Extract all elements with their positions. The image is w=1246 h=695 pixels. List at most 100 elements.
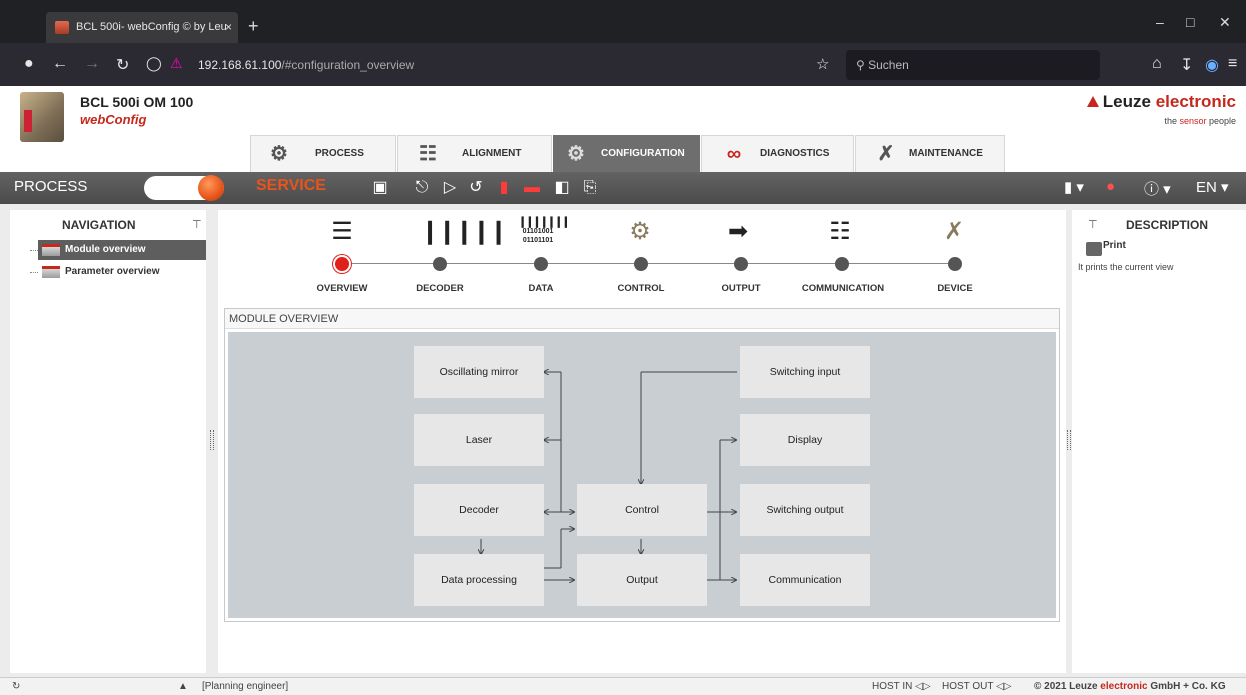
block-communication[interactable]: Communication: [740, 554, 870, 606]
print-link[interactable]: Print: [1103, 240, 1126, 251]
back-icon[interactable]: ←: [52, 55, 68, 73]
menu-icon[interactable]: ≡: [1228, 55, 1237, 73]
url-path: /#configuration_overview: [281, 58, 415, 72]
step-dot-device[interactable]: [948, 257, 962, 271]
maximize-icon[interactable]: □: [1186, 14, 1194, 30]
refresh-icon[interactable]: ↻: [12, 681, 20, 692]
minimize-icon[interactable]: –: [1156, 14, 1164, 30]
nav-item-module-overview[interactable]: Module overview: [38, 240, 206, 260]
extension-icon[interactable]: ●: [24, 55, 34, 73]
monitor-icon[interactable]: ▣: [370, 178, 390, 198]
search-input[interactable]: ⚲ Suchen: [846, 50, 1100, 80]
step-dot-decoder[interactable]: [433, 257, 447, 271]
config-icon: ⚙: [567, 143, 585, 165]
insecure-lock-icon[interactable]: ⚠: [170, 55, 183, 72]
tab-diagnostics[interactable]: ∞ DIAGNOSTICS: [701, 135, 854, 172]
step-dot-communication[interactable]: [835, 257, 849, 271]
step-label-device[interactable]: DEVICE: [895, 283, 1015, 294]
network-icon[interactable]: ☷: [820, 218, 860, 246]
description-panel: ⊤ DESCRIPTION Print It prints the curren…: [1072, 210, 1246, 673]
control-icon[interactable]: ⚙: [620, 218, 660, 246]
barcode-icon[interactable]: ❙❙❙❙❙: [420, 218, 509, 246]
list-icon[interactable]: ☰: [322, 218, 362, 246]
process-mode-label: PROCESS: [14, 178, 88, 195]
device-status-icon[interactable]: ▮ ▾: [1064, 178, 1084, 196]
language-select[interactable]: EN ▾: [1196, 178, 1229, 196]
data-icon[interactable]: ❙❙❙❙❙❙❙ 01101001 01101101: [518, 217, 571, 246]
trigger-icon[interactable]: ▷: [440, 178, 460, 198]
block-oscillating-mirror[interactable]: Oscillating mirror: [414, 346, 544, 398]
module-icon: [42, 244, 60, 256]
right-splitter[interactable]: [1067, 430, 1071, 450]
browser-tab[interactable]: BCL 500i- webConfig © by Leu ×: [46, 12, 238, 43]
navigation-title: NAVIGATION: [62, 218, 136, 232]
app-header: BCL 500i OM 100 webConfig Leuze electron…: [0, 86, 1246, 172]
browser-tabbar: BCL 500i- webConfig © by Leu × + – □ ✕: [0, 0, 1246, 43]
tab-diagnostics-label: DIAGNOSTICS: [760, 148, 830, 159]
account-icon[interactable]: ◉: [1205, 55, 1219, 75]
address-bar[interactable]: 192.168.61.100/#configuration_overview: [198, 58, 414, 72]
toggle-knob[interactable]: [198, 175, 224, 201]
block-switching-output[interactable]: Switching output: [740, 484, 870, 536]
output-icon[interactable]: ➡: [718, 218, 758, 246]
host-in-label: HOST IN: [872, 681, 913, 692]
navigation-panel: NAVIGATION ⊤ Module overview Parameter o…: [10, 210, 206, 673]
copyright-pre: © 2021 Leuze: [1034, 681, 1101, 692]
pin-icon[interactable]: ⊤: [192, 218, 202, 231]
scanner-icon[interactable]: ⎋: [412, 178, 432, 198]
module-diagram: Oscillating mirror Laser Decoder Data pr…: [228, 332, 1056, 618]
print-description: It prints the current view: [1078, 262, 1174, 272]
unlock-icon[interactable]: ▲: [178, 681, 188, 692]
close-tab-icon[interactable]: ×: [225, 20, 232, 34]
upload-device-icon[interactable]: ▬: [522, 178, 542, 198]
print-toolbar-icon[interactable]: ⎘: [580, 178, 600, 198]
slogan-red: sensor: [1179, 116, 1207, 126]
printer-icon[interactable]: [1086, 242, 1102, 256]
left-splitter[interactable]: [210, 430, 214, 450]
leuze-logo-icon: [1086, 96, 1099, 107]
tab-maintenance[interactable]: ✗ MAINTENANCE: [855, 135, 1005, 172]
reset-icon[interactable]: ↺: [466, 178, 486, 198]
step-dot-overview[interactable]: [335, 257, 349, 271]
block-decoder[interactable]: Decoder: [414, 484, 544, 536]
block-laser[interactable]: Laser: [414, 414, 544, 466]
tab-alignment[interactable]: ☷ ALIGNMENT: [397, 135, 552, 172]
info-icon[interactable]: ⓘ ▾: [1144, 178, 1171, 199]
pin-icon[interactable]: ⊤: [1088, 218, 1098, 231]
shield-icon[interactable]: ◯: [146, 55, 162, 72]
save-icon[interactable]: ▮: [494, 178, 514, 198]
description-title: DESCRIPTION: [1126, 218, 1209, 232]
step-label-communication[interactable]: COMMUNICATION: [783, 283, 903, 294]
block-output[interactable]: Output: [577, 554, 707, 606]
download-icon[interactable]: ◧: [552, 178, 572, 198]
step-dot-control[interactable]: [634, 257, 648, 271]
main-content: ☰ ❙❙❙❙❙ ❙❙❙❙❙❙❙ 01101001 01101101 ⚙ ➡ ☷ …: [218, 210, 1066, 673]
home-icon[interactable]: ⌂: [1152, 55, 1162, 73]
new-tab-button[interactable]: +: [248, 16, 259, 37]
block-data-processing[interactable]: Data processing: [414, 554, 544, 606]
user-role: [Planning engineer]: [202, 681, 289, 692]
reload-icon[interactable]: ↻: [116, 55, 129, 75]
mode-toolbar: PROCESS SERVICE ▣ ⎋ ▷ ↺ ▮ ▬ ◧ ⎘ ▮ ▾ ● ⓘ …: [0, 172, 1246, 204]
tab-alignment-label: ALIGNMENT: [462, 148, 522, 159]
block-display[interactable]: Display: [740, 414, 870, 466]
block-control[interactable]: Control: [577, 484, 707, 536]
nav-item-parameter-overview[interactable]: Parameter overview: [38, 262, 206, 282]
close-window-icon[interactable]: ✕: [1219, 14, 1231, 31]
data-icon-text-2: 01101101: [522, 237, 554, 244]
host-in-icon: ◁▷: [915, 681, 931, 692]
bookmark-star-icon[interactable]: ☆: [816, 55, 829, 73]
step-dot-output[interactable]: [734, 257, 748, 271]
brand-red: electronic: [1155, 92, 1236, 111]
device-tools-icon[interactable]: ✗: [934, 218, 974, 246]
forward-icon[interactable]: →: [84, 55, 100, 73]
service-mode-label: SERVICE: [256, 177, 326, 194]
mode-toggle[interactable]: [144, 175, 224, 201]
step-dot-data[interactable]: [534, 257, 548, 271]
downloads-icon[interactable]: ↧: [1180, 55, 1193, 75]
tab-process[interactable]: ⚙ PROCESS: [250, 135, 396, 172]
block-switching-input[interactable]: Switching input: [740, 346, 870, 398]
tab-configuration[interactable]: ⚙ CONFIGURATION: [553, 135, 700, 172]
brand-slogan: the sensor people: [1164, 116, 1236, 126]
user-login-icon[interactable]: ●: [1106, 178, 1115, 195]
